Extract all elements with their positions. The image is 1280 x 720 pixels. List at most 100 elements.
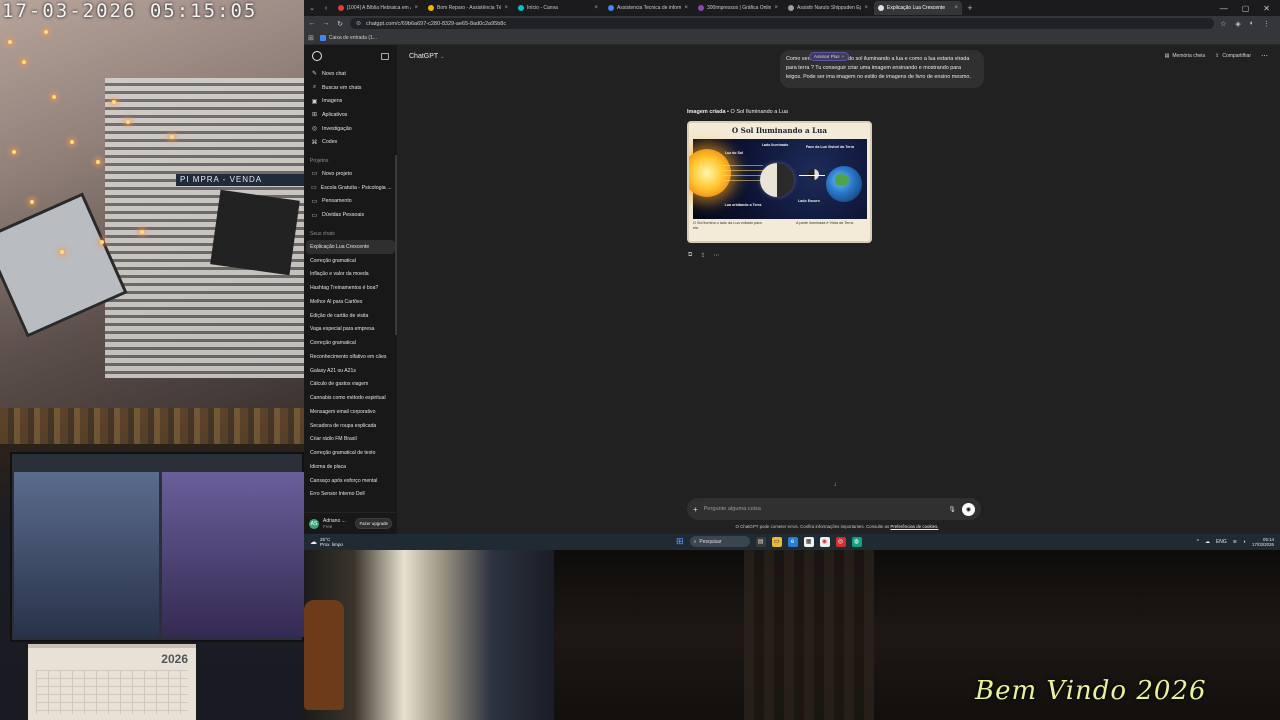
browser-tab[interactable]: [1004] A Bíblia Hebraica em Ár...× bbox=[334, 1, 422, 15]
memory-full-indicator[interactable]: ▤ Memória cheia bbox=[1165, 53, 1206, 59]
project-item[interactable]: ▭ Novo projeto bbox=[304, 167, 397, 181]
chat-history-item[interactable]: Cannabis como método espiritual bbox=[304, 391, 397, 405]
chat-history-item[interactable]: Edição de cartão de visita bbox=[304, 309, 397, 323]
share-icon[interactable]: ⇪ bbox=[700, 252, 705, 259]
project-item[interactable]: ▭ Dúvidas Pessoais bbox=[304, 208, 397, 222]
sidebar-item[interactable]: ▣ Imagens bbox=[304, 94, 397, 108]
share-button[interactable]: ⇪ Compartilhar bbox=[1215, 53, 1251, 59]
generated-image[interactable]: O Sol Iluminando a Lua Luz do Sol Lado I… bbox=[687, 121, 872, 243]
chat-history-item[interactable]: Explicação Lua Crescente bbox=[306, 239, 395, 254]
chat-history-item[interactable]: Correção gramatical de texto bbox=[304, 446, 397, 460]
browser-tab[interactable]: 300impressos | Gráfica Online, H...× bbox=[694, 1, 782, 15]
reload-icon[interactable]: ↻ bbox=[336, 20, 344, 28]
cloud-icon[interactable]: ☁ bbox=[1205, 539, 1210, 545]
weather-widget[interactable]: ☁ 25°C Prox. limpo bbox=[310, 537, 343, 547]
tab-close-icon[interactable]: × bbox=[954, 5, 958, 11]
browser-tab[interactable]: Bom Reparo - Assistência Técnic...× bbox=[424, 1, 512, 15]
chat-history-item[interactable]: Correção gramatical bbox=[304, 336, 397, 350]
sidebar-item[interactable]: ⌕ Buscar em chats bbox=[304, 81, 397, 95]
site-info-icon[interactable]: ⊜ bbox=[356, 20, 361, 27]
windows-start-icon[interactable]: ⊞ bbox=[676, 536, 684, 547]
sidebar-toggle-icon[interactable] bbox=[381, 52, 389, 60]
sidebar-item[interactable]: ⌘ Codex bbox=[304, 135, 397, 149]
chat-history-item[interactable]: Criar rádio FM Brasil bbox=[304, 432, 397, 446]
chatgpt-logo-icon[interactable] bbox=[312, 51, 322, 61]
chat-history-item[interactable]: Cálculo de gastos viagem bbox=[304, 377, 397, 391]
chat-history-item[interactable]: Cansaço após esforço mental bbox=[304, 474, 397, 488]
note-left: O Sol ilumina o lado da Lua voltado para… bbox=[693, 221, 762, 230]
add-attachment-icon[interactable]: + bbox=[693, 505, 698, 514]
back-icon[interactable]: ← bbox=[308, 20, 316, 27]
edge-icon[interactable]: e bbox=[787, 536, 798, 547]
prompt-input[interactable] bbox=[703, 506, 943, 512]
browser-tab[interactable]: Assistir Naruto Shippuden Epis...× bbox=[784, 1, 872, 15]
chat-history-item[interactable]: Melhor AI para Cartões bbox=[304, 295, 397, 309]
browser-tab[interactable]: Assistencia Tecnica de informati...× bbox=[604, 1, 692, 15]
subscribe-plus-pill[interactable]: Assinar Plus × bbox=[809, 52, 850, 61]
chat-history-item[interactable]: Reconhecimento olfativo em cães bbox=[304, 350, 397, 364]
back-history-icon[interactable]: ‹ bbox=[320, 2, 332, 14]
profile-icon[interactable]: ◐ bbox=[1250, 20, 1254, 28]
model-selector[interactable]: ChatGPT ⌄ bbox=[409, 53, 444, 60]
user-profile[interactable]: AS Adriano ... Free Fazer upgrade bbox=[304, 512, 397, 534]
scroll-down-icon[interactable]: ↓ bbox=[830, 480, 840, 490]
bookmarks-bar: ⊞ Caixa de entrada (1... bbox=[304, 31, 1280, 45]
bookmark-inbox[interactable]: Caixa de entrada (1... bbox=[319, 34, 377, 41]
upgrade-button[interactable]: Fazer upgrade bbox=[355, 518, 392, 529]
browser-menu-icon[interactable]: ⋮ bbox=[1263, 20, 1270, 28]
browser-tab[interactable]: Início - Canva × bbox=[514, 1, 602, 15]
system-clock[interactable]: 05:14 17/03/2026 bbox=[1252, 537, 1274, 548]
voice-mode-icon[interactable]: ◉ bbox=[962, 502, 975, 516]
more-options-icon[interactable]: ⋯ bbox=[1261, 52, 1268, 60]
chrome-icon[interactable]: ◉ bbox=[819, 536, 830, 547]
minimize-icon[interactable]: — bbox=[1220, 4, 1228, 13]
sidebar-item[interactable]: ⊞ Aplicativos bbox=[304, 108, 397, 122]
extensions-icon[interactable]: ◈ bbox=[1235, 20, 1240, 28]
chat-history-item[interactable]: Correção gramatical bbox=[304, 254, 397, 268]
tab-close-icon[interactable]: × bbox=[594, 5, 598, 11]
copy-icon[interactable]: ⧉ bbox=[688, 252, 692, 259]
close-icon[interactable]: × bbox=[842, 54, 845, 59]
volume-icon[interactable]: ◖ bbox=[1243, 539, 1246, 545]
folder-icon: ▭ bbox=[311, 185, 317, 192]
chat-history-item[interactable]: Vaga especial para empresa bbox=[304, 322, 397, 336]
chat-history-item[interactable]: Hashtag Treinamentos é boa? bbox=[304, 281, 397, 295]
tab-close-icon[interactable]: × bbox=[414, 5, 418, 11]
image-created-bold: Imagem criada bbox=[687, 109, 726, 115]
chat-history-item[interactable]: Mensagem email corporativo bbox=[304, 405, 397, 419]
forward-icon[interactable]: → bbox=[322, 20, 330, 27]
tab-close-icon[interactable]: × bbox=[684, 5, 688, 11]
wifi-icon[interactable]: ≋ bbox=[1233, 539, 1237, 545]
tab-search-icon[interactable]: ⌄ bbox=[306, 2, 318, 14]
tray-chevron-icon[interactable]: ^ bbox=[1197, 539, 1199, 545]
chatgpt-app-icon[interactable]: ◍ bbox=[851, 536, 862, 547]
apps-grid-icon[interactable]: ⊞ bbox=[308, 34, 314, 42]
task-view-icon[interactable]: ▤ bbox=[755, 536, 766, 547]
project-item[interactable]: ▭ Pensamento bbox=[304, 195, 397, 209]
chat-history-item[interactable]: Idioma de placa bbox=[304, 460, 397, 474]
tab-close-icon[interactable]: × bbox=[864, 5, 868, 11]
url-field[interactable]: ⊜ chatgpt.com/c/69b6a697-c280-8329-ae65-… bbox=[350, 18, 1215, 29]
sidebar-item[interactable]: ✎ Novo chat bbox=[304, 67, 397, 81]
chat-history-item[interactable]: Erro Sensor Interno Dell bbox=[304, 487, 397, 501]
more-icon[interactable]: ⋯ bbox=[713, 252, 719, 259]
tab-close-icon[interactable]: × bbox=[774, 5, 778, 11]
project-item[interactable]: ▭ Escola Gratuita - Psicologia ... bbox=[304, 181, 397, 195]
close-window-icon[interactable]: ✕ bbox=[1263, 4, 1270, 13]
app-red-icon[interactable]: ◎ bbox=[835, 536, 846, 547]
maximize-icon[interactable]: ▢ bbox=[1242, 4, 1250, 13]
taskbar-search[interactable]: ⌕ Pesquisar bbox=[689, 536, 750, 547]
language-indicator[interactable]: ENG bbox=[1216, 539, 1227, 545]
chat-history-item[interactable]: Secadora de roupa explicada bbox=[304, 419, 397, 433]
chat-history-item[interactable]: Inflação e valor da moeda bbox=[304, 267, 397, 281]
tab-close-icon[interactable]: × bbox=[504, 5, 508, 11]
sidebar-item[interactable]: ◎ Investigação bbox=[304, 122, 397, 136]
new-tab-button[interactable]: + bbox=[964, 3, 976, 13]
browser-tab[interactable]: Explicação Lua Crescente × bbox=[874, 1, 962, 15]
chat-history-item[interactable]: Galaxy A21 ou A21s bbox=[304, 364, 397, 378]
microphone-icon[interactable]: 🎙 bbox=[948, 506, 956, 513]
store-icon[interactable]: ▦ bbox=[803, 536, 814, 547]
file-explorer-icon[interactable]: ▭ bbox=[771, 536, 782, 547]
cookie-preferences-link[interactable]: Preferências de cookies. bbox=[890, 524, 938, 529]
bookmark-star-icon[interactable]: ☆ bbox=[1220, 20, 1226, 28]
